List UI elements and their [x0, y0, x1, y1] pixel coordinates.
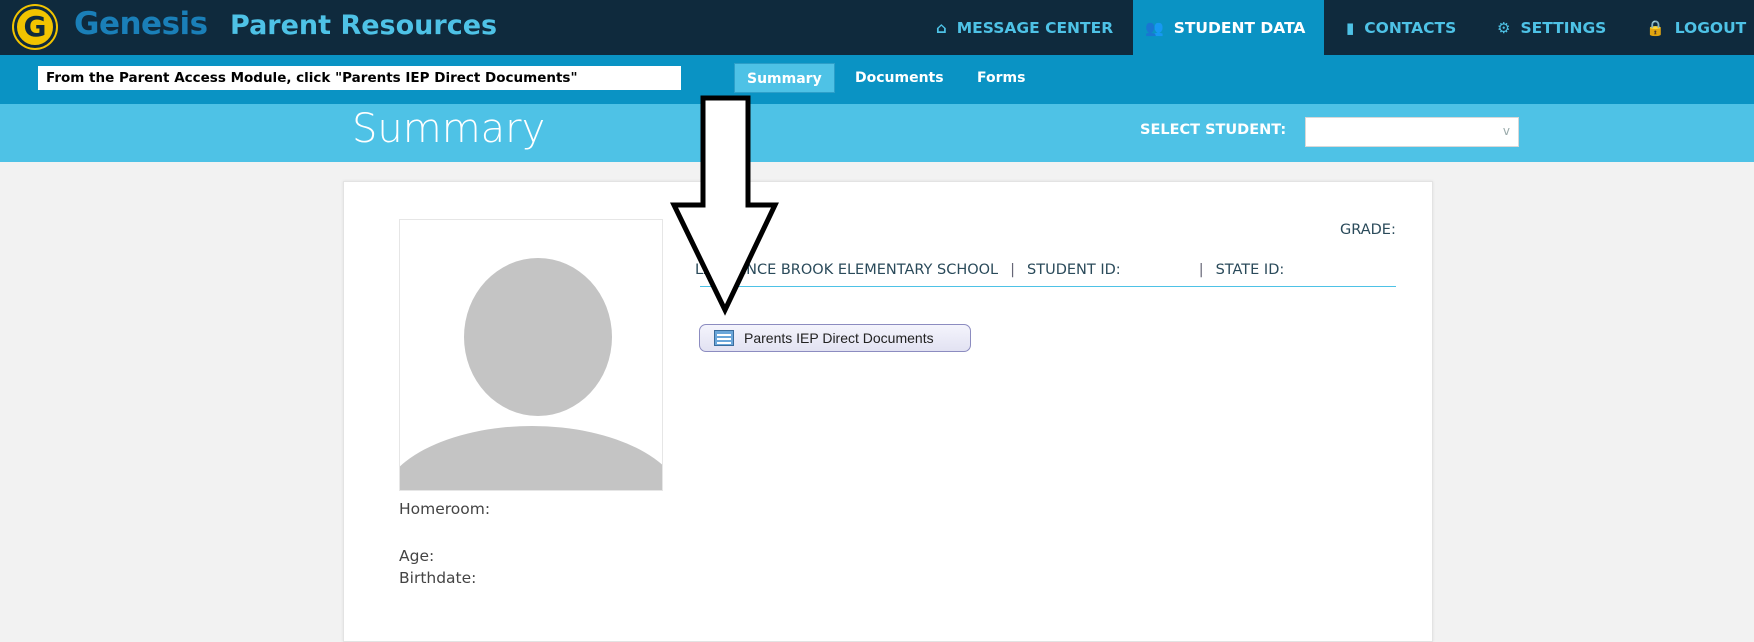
- state-id-label: STATE ID:: [1215, 262, 1285, 278]
- parents-iep-direct-documents-button[interactable]: Parents IEP Direct Documents: [699, 324, 971, 352]
- instruction-callout: From the Parent Access Module, click "Pa…: [38, 66, 681, 90]
- nav-settings[interactable]: ⚙ SETTINGS: [1497, 0, 1619, 55]
- avatar-shoulders-shape: [400, 426, 662, 490]
- separator: |: [1010, 262, 1016, 278]
- document-icon: [714, 330, 734, 346]
- school-info-line: LAWRENCE BROOK ELEMENTARY SCHOOL | STUDENT…: [695, 262, 1284, 278]
- age-label: Age:: [399, 547, 435, 565]
- homeroom-label: Homeroom:: [399, 500, 491, 518]
- nav-logout[interactable]: 🔒 LOGOUT: [1646, 0, 1754, 55]
- student-id-label: STUDENT ID:: [1027, 262, 1121, 278]
- nav-label: MESSAGE CENTER: [956, 18, 1114, 37]
- home-icon: ⌂: [936, 18, 947, 37]
- brand-name: Genesis: [74, 6, 208, 42]
- tab-forms[interactable]: Forms: [965, 63, 1037, 93]
- page-title: Summary: [352, 106, 546, 152]
- logo-letter: G: [23, 10, 47, 43]
- separator: |: [1198, 262, 1204, 278]
- nav-label: SETTINGS: [1520, 18, 1607, 37]
- nav-contacts[interactable]: ▮ CONTACTS: [1346, 0, 1471, 55]
- nav-label: CONTACTS: [1364, 18, 1457, 37]
- nav-label: STUDENT DATA: [1173, 18, 1306, 37]
- birthdate-label: Birthdate:: [399, 569, 477, 587]
- school-name: LAWRENCE BROOK ELEMENTARY SCHOOL: [695, 262, 999, 278]
- chevron-down-icon: v: [1502, 124, 1510, 138]
- nav-message-center[interactable]: ⌂ MESSAGE CENTER: [936, 0, 1126, 55]
- users-icon: 👥: [1145, 18, 1164, 37]
- tab-summary[interactable]: Summary: [734, 63, 835, 93]
- avatar-head-shape: [464, 258, 612, 416]
- contacts-icon: ▮: [1346, 18, 1355, 37]
- nav-student-data[interactable]: 👥 STUDENT DATA: [1133, 0, 1324, 55]
- genesis-logo-icon[interactable]: G: [14, 6, 56, 48]
- select-student-dropdown[interactable]: v: [1305, 117, 1519, 147]
- grade-label: GRADE:: [1340, 222, 1396, 238]
- divider: [700, 286, 1396, 287]
- tab-documents[interactable]: Documents: [843, 63, 956, 93]
- select-student-label: SELECT STUDENT:: [1140, 122, 1287, 138]
- button-label: Parents IEP Direct Documents: [744, 330, 934, 346]
- product-name: Parent Resources: [230, 10, 498, 41]
- gear-icon: ⚙: [1497, 18, 1511, 37]
- nav-label: LOGOUT: [1674, 18, 1747, 37]
- student-photo-placeholder: [399, 219, 663, 491]
- lock-icon: 🔒: [1646, 18, 1665, 37]
